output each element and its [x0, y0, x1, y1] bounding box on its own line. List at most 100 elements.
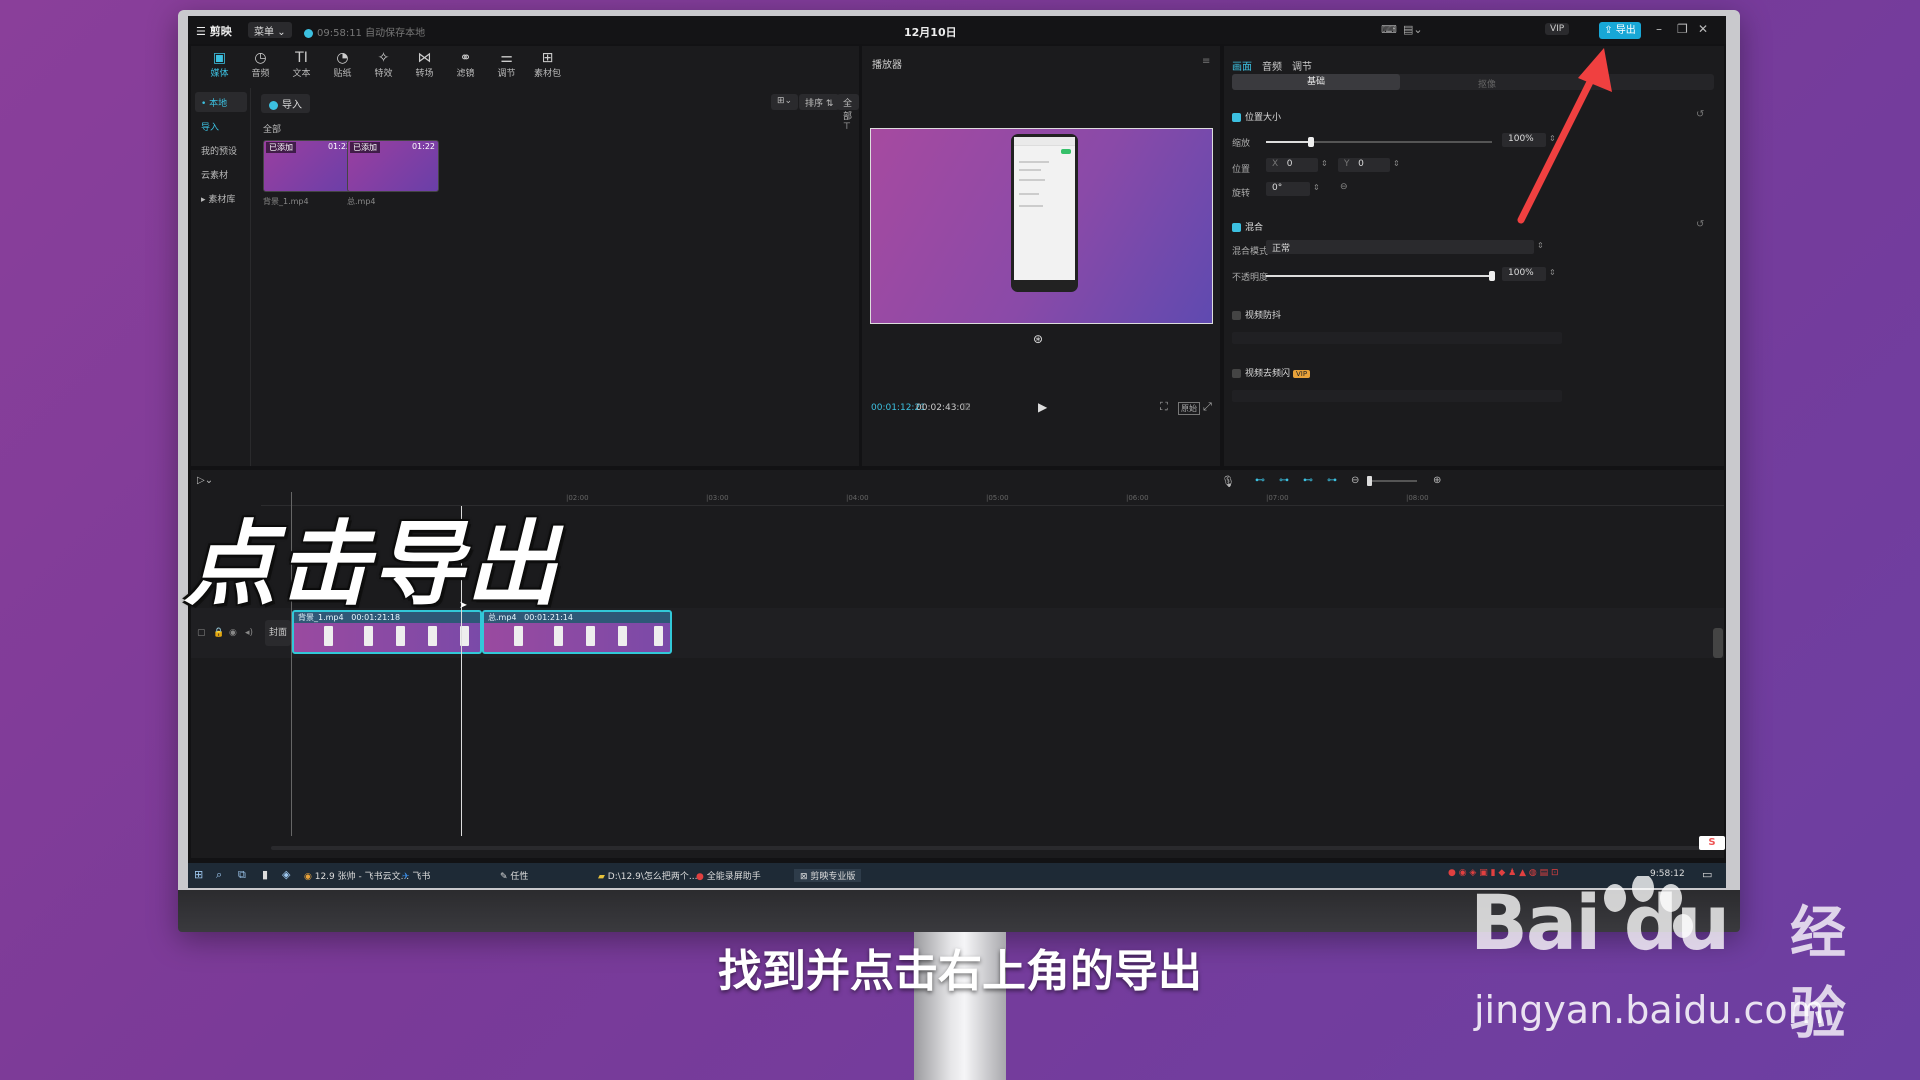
checkbox-icon[interactable]	[1232, 369, 1241, 378]
speaker-icon[interactable]: ◂)	[245, 628, 253, 638]
scroll-handle[interactable]	[1713, 628, 1723, 658]
view-toggle[interactable]: ⊞⌄	[771, 94, 799, 110]
zoom-in-icon[interactable]: ⊕	[1433, 475, 1441, 486]
checkbox-icon[interactable]	[1232, 223, 1241, 232]
taskbar-item[interactable]: ✈ 飞书	[402, 869, 430, 882]
tab-cutout[interactable]: 抠像	[1478, 77, 1496, 90]
tool-effects[interactable]: ✧ 特效	[363, 46, 404, 88]
fit-icon[interactable]: ⛶	[1160, 400, 1168, 414]
stabilize-select[interactable]	[1232, 332, 1562, 344]
taskbar-item[interactable]: ◉ 12.9 张帅 - 飞书云文...	[304, 869, 409, 882]
filter-icon: ⚭	[459, 50, 472, 66]
minimize-icon[interactable]: –	[1656, 22, 1662, 36]
tool-transition[interactable]: ⋈ 转场	[404, 46, 445, 88]
tab-adjust[interactable]: 调节	[1292, 58, 1312, 73]
ratio-button[interactable]: 原始	[1178, 402, 1200, 415]
sidebar-item-import[interactable]: 导入	[195, 116, 247, 136]
media-thumbnail[interactable]: 已添加 01:22	[263, 140, 355, 192]
position-y-input[interactable]: Y 0	[1338, 158, 1390, 172]
sidebar-item-cloud[interactable]: 云素材	[195, 164, 247, 184]
media-thumbnail[interactable]: 已添加 01:22	[347, 140, 439, 192]
snap-icon[interactable]: ⊷	[1303, 475, 1313, 486]
magnet-icon[interactable]: ⊶	[1279, 475, 1289, 486]
scale-slider[interactable]	[1266, 137, 1492, 147]
stepper-icon[interactable]: ⇕	[1393, 159, 1400, 168]
sidebar-item-presets[interactable]: 我的预设	[195, 140, 247, 160]
rotate-input[interactable]: 0°	[1266, 182, 1310, 196]
tray-icon[interactable]: ● ◉ ◈ ▣ ▮ ◆ ♟ ▲ ◍ ▤ ⊡	[1448, 868, 1559, 878]
stepper-icon[interactable]: ⇕	[1313, 183, 1320, 192]
stepper-icon[interactable]: ⇕	[1549, 268, 1556, 277]
checkbox-icon[interactable]	[1232, 113, 1241, 122]
denoise-select[interactable]	[1232, 390, 1562, 402]
tool-audio[interactable]: ◷ 音频	[240, 46, 281, 88]
section-position-size[interactable]: 位置大小	[1232, 110, 1281, 123]
chevron-updown-icon[interactable]: ⇕	[1537, 241, 1544, 250]
section-blend[interactable]: 混合	[1232, 220, 1263, 233]
windows-start-icon[interactable]: ⊞	[194, 868, 203, 881]
app-icon[interactable]: ◈	[282, 868, 290, 881]
scale-input[interactable]: 100%	[1502, 133, 1546, 147]
tool-package[interactable]: ⊞ 素材包	[527, 46, 568, 88]
taskbar-item[interactable]: ✎ 任性	[500, 869, 528, 882]
preview-canvas[interactable]	[870, 128, 1213, 324]
menu-button[interactable]: 菜单 ⌄	[248, 22, 292, 38]
position-x-input[interactable]: X 0	[1266, 158, 1318, 172]
slider-knob[interactable]	[1308, 137, 1315, 147]
tool-media[interactable]: ▣ 媒体	[199, 46, 240, 88]
filter-button[interactable]: 全部 ⊤	[837, 94, 859, 132]
reset-icon[interactable]: ↺	[1696, 219, 1704, 230]
slider-knob[interactable]	[1489, 271, 1495, 281]
stepper-icon[interactable]: ⇕	[1321, 159, 1328, 168]
export-button[interactable]: ⇪ 导出	[1599, 22, 1641, 39]
tab-basic[interactable]: 基础	[1232, 74, 1400, 90]
cursor-icon[interactable]: ▷⌄	[197, 475, 213, 486]
zoom-slider[interactable]	[1367, 476, 1417, 486]
import-button[interactable]: 导入	[261, 94, 310, 113]
track-toggle-icon[interactable]: ▢	[197, 628, 206, 638]
split-icon[interactable]: ⊶	[1327, 475, 1337, 486]
opacity-slider[interactable]	[1266, 271, 1495, 281]
eye-icon[interactable]: ◉	[229, 628, 237, 638]
taskbar-item[interactable]: ● 全能录屏助手	[696, 869, 761, 882]
file-icon[interactable]: ▮	[262, 868, 268, 881]
keyboard-icon[interactable]: ⌨	[1381, 23, 1397, 36]
zoom-out-icon[interactable]: ⊖	[1351, 475, 1359, 486]
search-icon[interactable]: ⌕	[216, 868, 222, 882]
link-icon[interactable]: ⊷	[1255, 475, 1265, 486]
stepper-icon[interactable]: ⇕	[1549, 134, 1556, 143]
sidebar-item-local[interactable]: • 本地	[195, 92, 247, 112]
rotate-handle-icon[interactable]: ⊛	[1033, 332, 1043, 346]
tab-audio[interactable]: 音频	[1262, 58, 1282, 73]
layout-icon[interactable]: ▤⌄	[1403, 23, 1423, 36]
sort-button[interactable]: 排序 ⇅	[799, 94, 840, 110]
close-icon[interactable]: ✕	[1698, 22, 1708, 36]
play-icon[interactable]: ▶	[1038, 400, 1047, 414]
horizontal-scrollbar[interactable]	[271, 846, 1701, 850]
tool-adjust[interactable]: ⚌ 调节	[486, 46, 527, 88]
vip-badge[interactable]: VIP	[1545, 23, 1570, 35]
taskbar-item[interactable]: ▰ D:\12.9\怎么把两个...	[598, 869, 697, 882]
slider-knob[interactable]	[1367, 476, 1372, 486]
taskbar-item-active[interactable]: ⊠ 剪映专业版	[794, 869, 862, 882]
tab-picture[interactable]: 画面	[1232, 58, 1252, 73]
fullscreen-icon[interactable]: ⤢	[1203, 400, 1212, 414]
menu-icon[interactable]: ≡	[1202, 56, 1210, 67]
sidebar-item-library[interactable]: ▸ 素材库	[195, 188, 247, 208]
opacity-input[interactable]: 100%	[1502, 267, 1546, 281]
tool-filter[interactable]: ⚭ 滤镜	[445, 46, 486, 88]
flip-icon[interactable]: ⊖	[1340, 182, 1348, 192]
maximize-icon[interactable]: ❐	[1677, 22, 1688, 36]
section-stabilize[interactable]: 视频防抖	[1232, 308, 1281, 321]
checkbox-icon[interactable]	[1232, 311, 1241, 320]
reset-icon[interactable]: ↺	[1696, 109, 1704, 120]
section-denoise[interactable]: 视频去频闪 VIP	[1232, 366, 1311, 379]
tool-sticker[interactable]: ◔ 贴纸	[322, 46, 363, 88]
task-view-icon[interactable]: ⧉	[238, 868, 246, 882]
autosave-status: 09:58:11 自动保存本地	[304, 24, 425, 39]
microphone-icon[interactable]: 🎙	[1221, 475, 1235, 488]
blend-mode-select[interactable]: 正常	[1266, 240, 1534, 254]
tool-text[interactable]: TI 文本	[281, 46, 322, 88]
cover-button[interactable]: 封面	[265, 620, 291, 646]
lock-icon[interactable]: 🔒	[213, 628, 224, 638]
